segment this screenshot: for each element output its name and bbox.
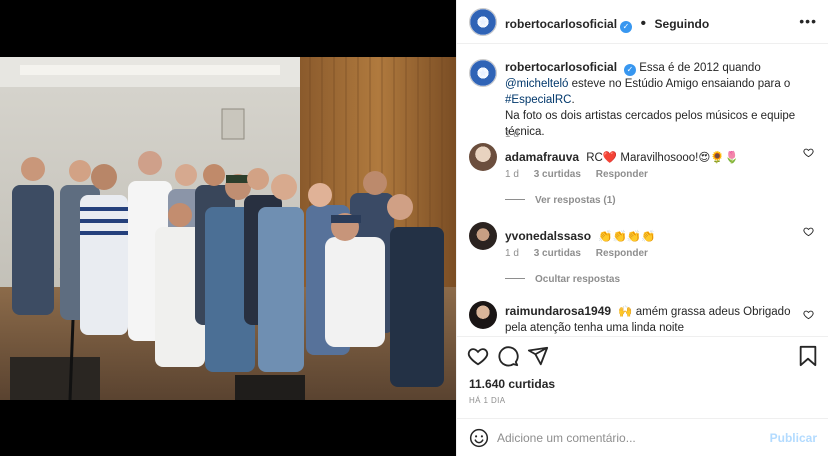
post-side-panel: robertocarlosoficial✓ • Seguindo ••• rob… [456,0,828,456]
comment-like-heart-icon[interactable] [803,309,814,320]
comment-composer: Publicar [457,418,828,456]
comment-text: 👏👏👏👏 [598,231,656,243]
caption-author-avatar[interactable] [469,59,497,87]
more-options-icon[interactable]: ••• [799,13,817,29]
comment-username[interactable]: yvonedalssaso [505,229,591,243]
view-replies-toggle[interactable]: Ver respostas (1) [505,195,616,206]
caption-text-line2: Na foto os dois artistas cercados pelos … [505,110,796,138]
comment-likes-count[interactable]: 3 curtidas [534,248,581,259]
caption-age: 1 d [505,129,519,140]
studio-group-photo [0,57,456,400]
publish-button[interactable]: Publicar [770,431,817,445]
caption-meta: 1 d [505,129,531,140]
verified-badge-icon: ✓ [624,64,637,76]
author-avatar[interactable] [469,8,497,36]
reply-button[interactable]: Responder [596,248,648,259]
comment-icon[interactable] [497,345,519,367]
view-replies-label: Ver respostas (1) [535,195,616,206]
caption-text-1: Essa é de 2012 quando [639,62,761,74]
comment-username[interactable]: adamafrauva [505,150,579,164]
post-actions: 11.640 curtidas HÁ 1 DIA [457,336,828,416]
comment-input[interactable] [497,428,767,448]
reply-button[interactable]: Responder [596,169,648,180]
comment-body: raimundarosa1949 🙌 amém grassa adeus Obr… [505,303,805,336]
caption-mention-link[interactable]: @michelteló [505,78,568,90]
author-username[interactable]: robertocarlosoficial [505,17,617,31]
caption-text-2: esteve no Estúdio Amigo ensaiando para o [571,78,791,90]
verified-badge-icon: ✓ [620,21,633,33]
comment-age: 1 d [505,248,519,259]
post-header: robertocarlosoficial✓ • Seguindo ••• [457,0,828,44]
comments-area: robertocarlosoficial ✓ Essa é de 2012 qua… [457,45,828,336]
caption-body: robertocarlosoficial ✓ Essa é de 2012 qua… [505,59,805,140]
follow-state-button[interactable]: Seguindo [655,17,710,31]
comment-body: adamafrauva RC❤️ Maravilhosooo!😍🌻🌷 [505,149,805,166]
hide-replies-label: Ocultar respostas [535,274,621,285]
comment-meta: 1 d 3 curtidas Responder [505,169,660,180]
post-timestamp[interactable]: HÁ 1 DIA [469,396,506,405]
emoji-icon[interactable] [469,428,489,448]
comment-likes-count[interactable]: 3 curtidas [534,169,581,180]
caption-author-username[interactable]: robertocarlosoficial [505,60,617,74]
comment-item: adamafrauva RC❤️ Maravilhosooo!😍🌻🌷 1 d 3… [469,143,814,213]
separator-dot: • [640,15,647,32]
divider-line [505,278,525,279]
comment-like-heart-icon[interactable] [803,226,814,237]
caption-hashtag-link[interactable]: #EspecialRC [505,94,571,106]
hide-replies-toggle[interactable]: Ocultar respostas [505,274,620,285]
commenter-avatar[interactable] [469,301,497,329]
comment-meta: 1 d 3 curtidas Responder [505,248,660,259]
header-author: robertocarlosoficial ✓ • Seguindo [505,15,709,33]
commenter-avatar[interactable] [469,222,497,250]
comment-item: yvonedalssaso 👏👏👏👏 1 d 3 curtidas Respon… [469,222,814,292]
caption-text-3: . [571,94,575,106]
comment-like-heart-icon[interactable] [803,147,814,158]
commenter-avatar[interactable] [469,143,497,171]
comment-body: yvonedalssaso 👏👏👏👏 [505,228,805,245]
comment-username[interactable]: raimundarosa1949 [505,304,611,318]
divider-line [505,199,525,200]
caption: robertocarlosoficial ✓ Essa é de 2012 qua… [469,59,814,140]
media-pane [0,0,456,456]
post-photo[interactable] [0,57,456,400]
comment-age: 1 d [505,169,519,180]
bookmark-icon[interactable] [797,345,819,367]
heart-icon[interactable] [467,345,489,367]
like-count[interactable]: 11.640 curtidas [469,377,555,391]
comment-text: RC❤️ Maravilhosooo!😍🌻🌷 [586,152,739,164]
comment-item: raimundarosa1949 🙌 amém grassa adeus Obr… [469,301,814,336]
share-icon[interactable] [527,345,549,367]
